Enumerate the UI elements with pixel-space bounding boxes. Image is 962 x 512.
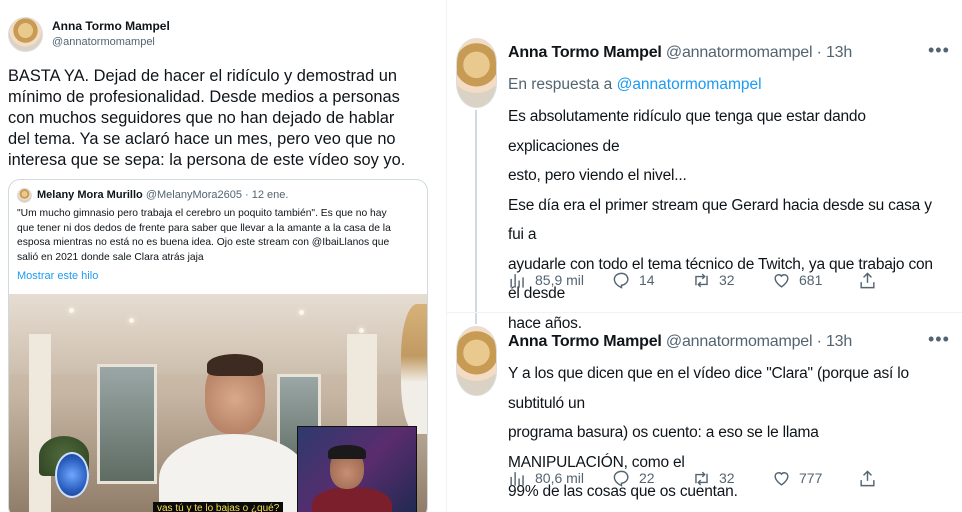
webcam-person-cap [328, 445, 366, 459]
video-scene-column [347, 334, 377, 434]
views-count: 80,6 mil [535, 470, 585, 486]
like-button[interactable]: 681 [772, 268, 822, 292]
tweet-time[interactable]: · 13h [817, 44, 853, 61]
author-handle[interactable]: @annatormomampel [52, 36, 155, 48]
ceiling-light [69, 308, 74, 313]
video-scene-person [401, 304, 427, 434]
author-handle[interactable]: @annatormomampel [666, 333, 813, 350]
heart-icon [774, 273, 789, 288]
heart-icon [774, 471, 789, 486]
quote-text-line: esposa mientras no está no es buena idea… [17, 237, 390, 248]
reply-count: 22 [639, 470, 655, 486]
retweet-icon [695, 471, 708, 485]
tweet-text-line: esto, pero viendo el nivel... [508, 167, 687, 184]
ceiling-light [129, 318, 134, 323]
channel-logo-icon [55, 452, 89, 498]
more-options-icon[interactable]: ••• [928, 329, 950, 350]
reply-button[interactable]: 14 [612, 268, 655, 292]
quote-text: "Um mucho gimnasio pero trabaja el cereb… [17, 207, 421, 265]
panel-divider [438, 0, 446, 512]
author-name[interactable]: Anna Tormo Mampel [52, 19, 170, 33]
left-tweet: Anna Tormo Mampel @annatormomampel BASTA… [0, 0, 438, 512]
ceiling-light [299, 310, 304, 315]
show-thread-link[interactable]: Mostrar este hilo [17, 270, 98, 282]
share-icon [860, 271, 875, 288]
webcam-overlay [297, 426, 417, 512]
like-button[interactable]: 777 [772, 466, 822, 490]
author-avatar[interactable] [456, 326, 497, 396]
tweet-text-line: con muchos seguidores que no han dejado … [8, 109, 395, 127]
retweet-button[interactable]: 32 [692, 268, 735, 292]
webcam-person [312, 487, 392, 512]
reply-button[interactable]: 22 [612, 466, 655, 490]
analytics-icon [510, 471, 524, 486]
quote-meta: Melany Mora Murillo @MelanyMora2605 · 12… [37, 189, 288, 201]
tweet-text-line: Es absolutamente ridículo que tenga que … [508, 108, 866, 155]
analytics-icon [510, 273, 524, 288]
quoted-tweet[interactable]: Melany Mora Murillo @MelanyMora2605 · 12… [8, 179, 428, 512]
tweet-time[interactable]: · 13h [817, 333, 853, 350]
quote-author-name[interactable]: Melany Mora Murillo [37, 189, 143, 201]
retweet-count: 32 [719, 272, 735, 288]
views-count: 85,9 mil [535, 272, 585, 288]
ceiling-light [359, 328, 364, 333]
reply-count: 14 [639, 272, 655, 288]
tweet-text: BASTA YA. Dejad de hacer el ridículo y d… [8, 66, 426, 171]
tweet-text-line: interesa que se sepa: la persona de este… [8, 151, 406, 169]
share-icon [860, 469, 875, 486]
reply-to-link[interactable]: @annatormomampel [617, 76, 762, 93]
thread-connector-line [475, 110, 477, 324]
views-button[interactable]: 85,9 mil [508, 268, 584, 292]
more-options-icon[interactable]: ••• [928, 40, 950, 61]
views-button[interactable]: 80,6 mil [508, 466, 584, 490]
like-count: 681 [799, 272, 823, 288]
like-count: 777 [799, 470, 823, 486]
author-handle[interactable]: @annatormomampel [666, 44, 813, 61]
reply-prefix: En respuesta a [508, 76, 613, 93]
tweet-text-line: BASTA YA. Dejad de hacer el ridículo y d… [8, 67, 398, 85]
retweet-button[interactable]: 32 [692, 466, 735, 490]
quote-author-handle[interactable]: @MelanyMora2605 [146, 189, 242, 201]
video-player[interactable]: vas tú y te lo bajas o ¿qué? [9, 294, 427, 512]
video-scene-person-hair [207, 354, 263, 376]
reply-icon [613, 272, 629, 289]
tweet-text-line: Ese día era el primer stream que Gerard … [508, 196, 932, 244]
video-scene-column [29, 334, 51, 512]
tweet-text: Es absolutamente ridículo que tenga que … [508, 102, 940, 338]
tweet-header: Anna Tormo Mampel @annatormomampel · 13h [508, 44, 852, 62]
share-button[interactable] [858, 466, 877, 490]
tweet-actions: 85,9 mil 14 32 681 [508, 268, 948, 292]
author-name[interactable]: Anna Tormo Mampel [508, 44, 662, 61]
retweet-count: 32 [719, 470, 735, 486]
author-avatar[interactable] [456, 38, 497, 108]
tweet-header: Anna Tormo Mampel @annatormomampel · 13h [508, 333, 852, 351]
share-button[interactable] [858, 268, 877, 292]
quote-text-line: "Um mucho gimnasio pero trabaja el cereb… [17, 208, 387, 219]
video-subtitle: vas tú y te lo bajas o ¿qué? [153, 502, 284, 512]
video-scene-window [97, 364, 157, 484]
tweet-separator [446, 312, 962, 313]
author-name[interactable]: Anna Tormo Mampel [508, 333, 662, 350]
retweet-icon [695, 273, 708, 287]
author-avatar[interactable] [8, 17, 43, 52]
quote-text-line: que tener ni dos dedos de frente para sa… [17, 222, 391, 234]
tweet-actions: 80,6 mil 22 32 777 [508, 466, 948, 490]
reply-context: En respuesta a @annatormomampel [508, 76, 762, 94]
quote-text-line: salió en 2021 donde sale Clara atrás jaj… [17, 251, 204, 263]
quote-author-avatar[interactable] [17, 188, 32, 203]
reply-icon [613, 470, 629, 487]
tweet-text-line: Y a los que dicen que en el vídeo dice "… [508, 365, 909, 412]
tweet-text-line: mínimo de profesionalidad. Desde medios … [8, 88, 400, 106]
tweet-text-line: del tema. Ya se aclaró hace un mes, pero… [8, 130, 396, 148]
quote-date[interactable]: · 12 ene. [245, 189, 288, 201]
